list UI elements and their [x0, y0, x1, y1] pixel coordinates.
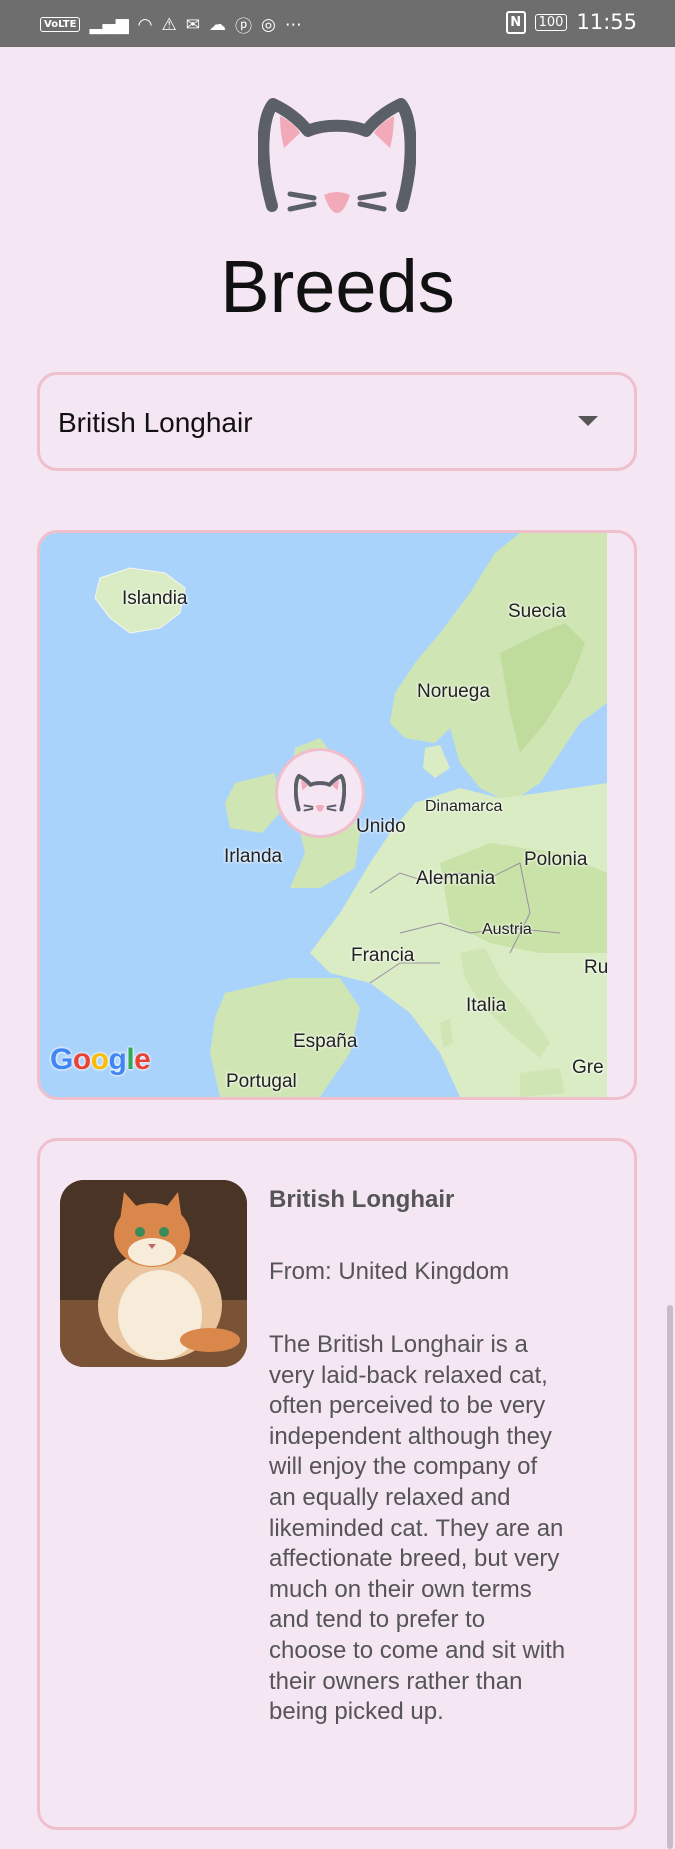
map-label-polonia: Polonia: [524, 849, 588, 870]
time: 11:55: [576, 10, 637, 34]
mail-icon: ✉: [185, 14, 201, 35]
signal-icon: ▂▄▆: [89, 14, 129, 35]
more-notifications-icon: ⋯: [284, 14, 302, 35]
map-view[interactable]: Islandia Suecia Noruega Dinamarca Unido …: [40, 533, 607, 1097]
map-label-suecia: Suecia: [508, 601, 567, 622]
map-label-portugal: Portugal: [226, 1071, 297, 1092]
cat-marker-icon: [294, 773, 346, 812]
breed-origin: From: United Kingdom: [269, 1258, 510, 1285]
map-label-irlanda: Irlanda: [224, 846, 283, 867]
breed-description: The British Longhair is a very laid-back…: [269, 1331, 566, 1726]
instagram-icon: ◎: [261, 14, 276, 35]
volte-icon: VoLTE: [40, 17, 81, 32]
battery-icon: 100: [534, 13, 568, 31]
status-bar: VoLTE ▂▄▆ ◠ ⚠ ✉ ☁ ⓟ ◎ ⋯ N 100 11:55: [0, 0, 675, 47]
status-right-icons: N 100 11:55: [505, 10, 637, 34]
cloud-icon: ☁: [209, 14, 227, 35]
map-label-alemania: Alemania: [416, 868, 496, 889]
map-label-italia: Italia: [466, 995, 507, 1016]
dropdown-arrow-icon: [578, 416, 598, 426]
google-logo: Google: [50, 1043, 151, 1076]
breed-name: British Longhair: [269, 1186, 455, 1213]
scrollbar[interactable]: [667, 1305, 673, 1849]
map-label-noruega: Noruega: [417, 681, 490, 702]
wifi-icon: ◠: [137, 14, 153, 35]
warning-icon: ⚠: [161, 14, 177, 35]
map-label-gre: Gre: [572, 1057, 604, 1078]
map-label-dinamarca: Dinamarca: [425, 798, 503, 815]
map-label-islandia: Islandia: [122, 588, 188, 609]
map-label-espana: España: [293, 1031, 358, 1052]
breed-dropdown[interactable]: British Longhair: [37, 372, 637, 471]
breed-dropdown-value: British Longhair: [58, 407, 253, 438]
breed-location-marker[interactable]: [275, 748, 365, 838]
breed-info-card: British Longhair From: United Kingdom Th…: [37, 1138, 637, 1830]
status-left-icons: VoLTE ▂▄▆ ◠ ⚠ ✉ ☁ ⓟ ◎ ⋯: [40, 12, 302, 37]
map-card: Islandia Suecia Noruega Dinamarca Unido …: [37, 530, 637, 1100]
map-label-ru: Ru: [584, 957, 607, 978]
cat-logo-icon: [258, 98, 416, 213]
breed-photo: [60, 1180, 247, 1367]
map-label-austria: Austria: [482, 921, 532, 938]
page-title: Breeds: [220, 245, 455, 328]
cat-photo-image: [60, 1180, 247, 1367]
pinterest-icon: ⓟ: [235, 17, 253, 37]
nfc-icon: N: [505, 10, 526, 34]
map-label-francia: Francia: [351, 945, 415, 966]
map-label-unido: Unido: [356, 816, 406, 837]
